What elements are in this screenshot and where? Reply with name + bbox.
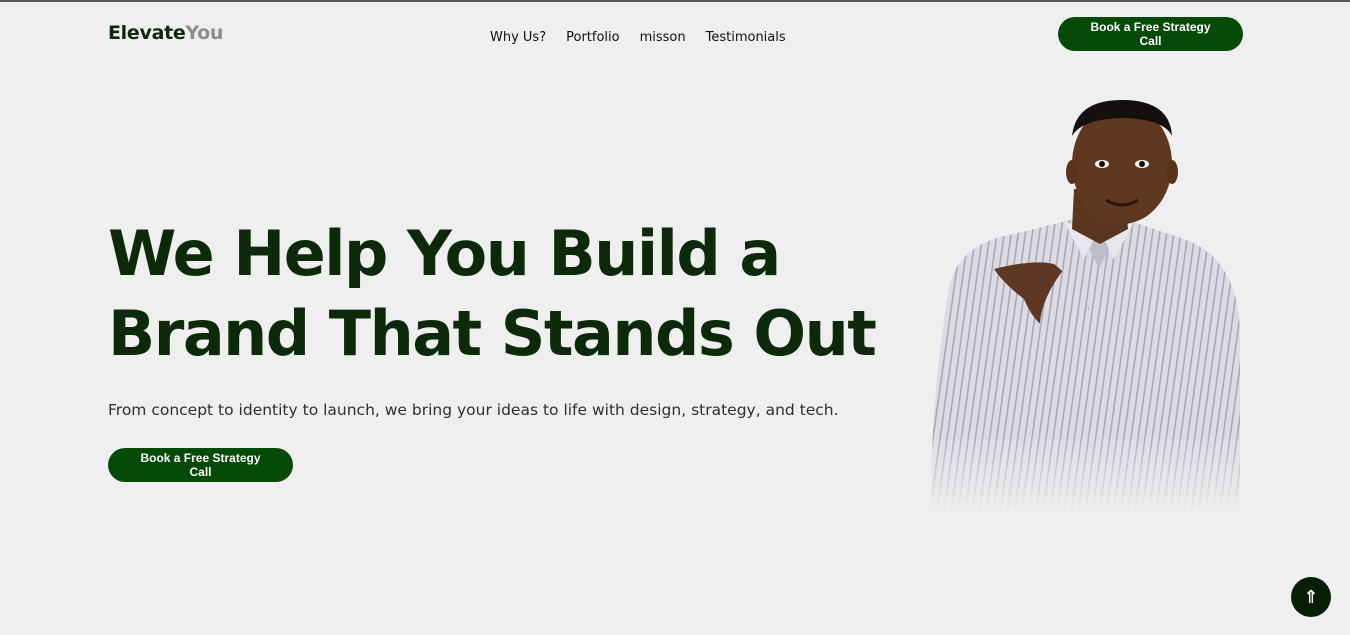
double-arrow-up-icon: ⇑ (1303, 586, 1319, 608)
nav-link-why-us[interactable]: Why Us? (490, 30, 546, 45)
hero-title-line1: We Help You Build a (108, 217, 781, 290)
nav-link-portfolio[interactable]: Portfolio (566, 30, 619, 45)
hero-title: We Help You Build a Brand That Stands Ou… (108, 214, 888, 374)
nav-link-mission[interactable]: misson (640, 30, 686, 45)
nav-strategy-call-button[interactable]: Book a Free Strategy Call (1058, 17, 1243, 51)
scroll-to-top-button[interactable]: ⇑ (1291, 577, 1331, 617)
nav-link-testimonials[interactable]: Testimonials (706, 30, 786, 45)
nav-links: Why Us? Portfolio misson Testimonials (490, 26, 786, 45)
navbar: ElevateYou Why Us? Portfolio misson Test… (0, 2, 1350, 68)
hero-subtitle: From concept to identity to launch, we b… (108, 401, 839, 419)
brand-logo-part1: Elevate (108, 22, 186, 44)
hero-title-line2: Brand That Stands Out (108, 297, 877, 370)
brand-logo-part2: You (185, 22, 224, 44)
hero-person-image (931, 100, 1240, 514)
brand-logo[interactable]: ElevateYou (108, 22, 223, 44)
hero-strategy-call-button[interactable]: Book a Free Strategy Call (108, 448, 293, 482)
